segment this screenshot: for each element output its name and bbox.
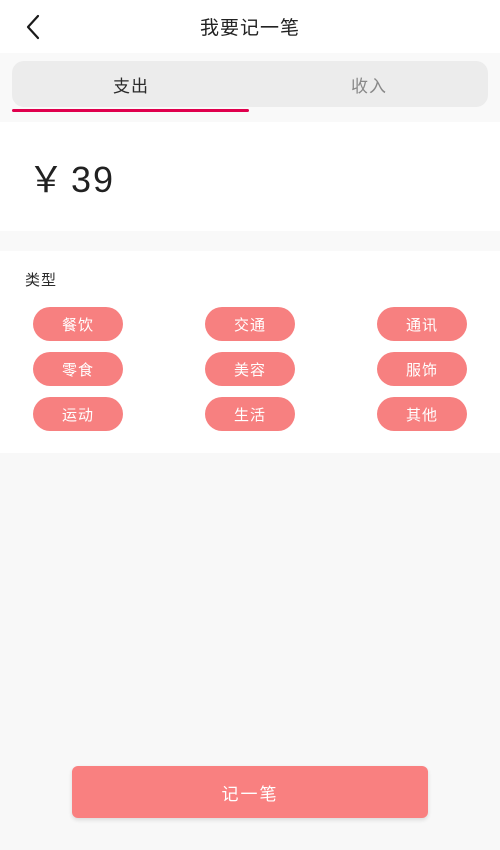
active-tab-underline <box>12 109 249 112</box>
chip-cell: 餐饮 <box>23 307 181 341</box>
app-header: 我要记一笔 <box>0 0 500 53</box>
category-chip-dining[interactable]: 餐饮 <box>33 307 123 341</box>
category-chip-label: 餐饮 <box>61 316 94 334</box>
chip-cell: 交通 <box>176 307 324 341</box>
category-section-label: 类型 <box>25 272 58 289</box>
chip-cell: 生活 <box>176 397 324 431</box>
record-entry-screen: 我要记一笔 支出 收入 ￥ 39 类型 餐饮 交通 通讯 零食 美容 服饰 运动… <box>0 0 500 850</box>
tab-expense[interactable]: 支出 <box>12 61 250 107</box>
amount-section[interactable]: ￥ 39 <box>0 122 500 231</box>
category-chip-label: 零食 <box>61 361 94 379</box>
amount-value: 39 <box>71 158 116 200</box>
content-filler <box>0 453 500 766</box>
tab-income-label: 收入 <box>351 76 387 96</box>
category-chip-label: 交通 <box>233 316 266 334</box>
category-chip-label: 服饰 <box>405 361 438 379</box>
category-chip-beauty[interactable]: 美容 <box>205 352 295 386</box>
category-section: 类型 餐饮 交通 通讯 零食 美容 服饰 运动 生活 其他 <box>0 251 500 453</box>
category-chip-grid: 餐饮 交通 通讯 零食 美容 服饰 运动 生活 其他 <box>0 307 500 431</box>
chip-cell: 零食 <box>23 352 181 386</box>
category-chip-snacks[interactable]: 零食 <box>33 352 123 386</box>
chip-cell: 其他 <box>319 397 477 431</box>
section-divider-top <box>0 115 500 122</box>
chip-cell: 美容 <box>176 352 324 386</box>
category-chip-label: 运动 <box>61 406 94 424</box>
record-entry-button-label: 记一笔 <box>221 784 279 804</box>
record-entry-button[interactable]: 记一笔 <box>72 766 428 818</box>
tab-income[interactable]: 收入 <box>250 61 488 107</box>
category-chip-label: 生活 <box>233 406 266 424</box>
chip-cell: 服饰 <box>319 352 477 386</box>
chip-cell: 运动 <box>23 397 181 431</box>
chip-cell: 通讯 <box>319 307 477 341</box>
tab-expense-label: 支出 <box>113 76 149 96</box>
currency-symbol: ￥ <box>28 158 67 200</box>
tab-bar: 支出 收入 <box>12 61 488 112</box>
category-chip-label: 通讯 <box>405 316 438 334</box>
tab-bar-container: 支出 收入 <box>0 53 500 115</box>
category-chip-label: 其他 <box>405 406 438 424</box>
category-chip-sports[interactable]: 运动 <box>33 397 123 431</box>
amount-display: ￥ 39 <box>28 151 115 203</box>
category-chip-communication[interactable]: 通讯 <box>377 307 467 341</box>
chevron-left-icon <box>25 14 41 40</box>
category-chip-life[interactable]: 生活 <box>205 397 295 431</box>
category-chip-clothing[interactable]: 服饰 <box>377 352 467 386</box>
back-button[interactable] <box>10 0 56 53</box>
category-chip-label: 美容 <box>233 361 266 379</box>
submit-container: 记一笔 <box>0 766 500 850</box>
section-divider-middle <box>0 231 500 251</box>
category-chip-transport[interactable]: 交通 <box>205 307 295 341</box>
page-title: 我要记一笔 <box>199 18 300 39</box>
category-chip-other[interactable]: 其他 <box>377 397 467 431</box>
